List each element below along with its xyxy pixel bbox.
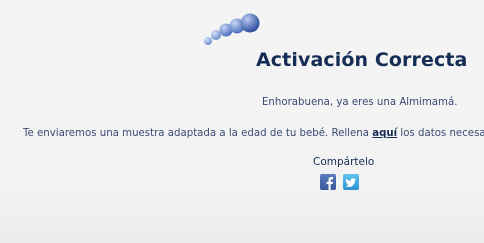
bubbles-logo-icon <box>200 12 262 48</box>
facebook-icon <box>326 177 334 190</box>
success-message: Enhorabuena, ya eres una Almimamá. <box>262 97 458 108</box>
twitter-share-button[interactable] <box>343 174 359 190</box>
fill-data-link[interactable]: aquí <box>372 128 397 139</box>
instructions-text-after: los datos necesarios <box>400 128 484 139</box>
instructions-text-before: Te enviaremos una muestra adaptada a la … <box>23 128 373 139</box>
share-label: Compártelo <box>313 156 375 168</box>
facebook-share-button[interactable] <box>320 174 336 190</box>
twitter-icon <box>345 178 356 187</box>
page-title: Activación Correcta <box>256 49 468 71</box>
instructions-message: Te enviaremos una muestra adaptada a la … <box>23 128 484 139</box>
